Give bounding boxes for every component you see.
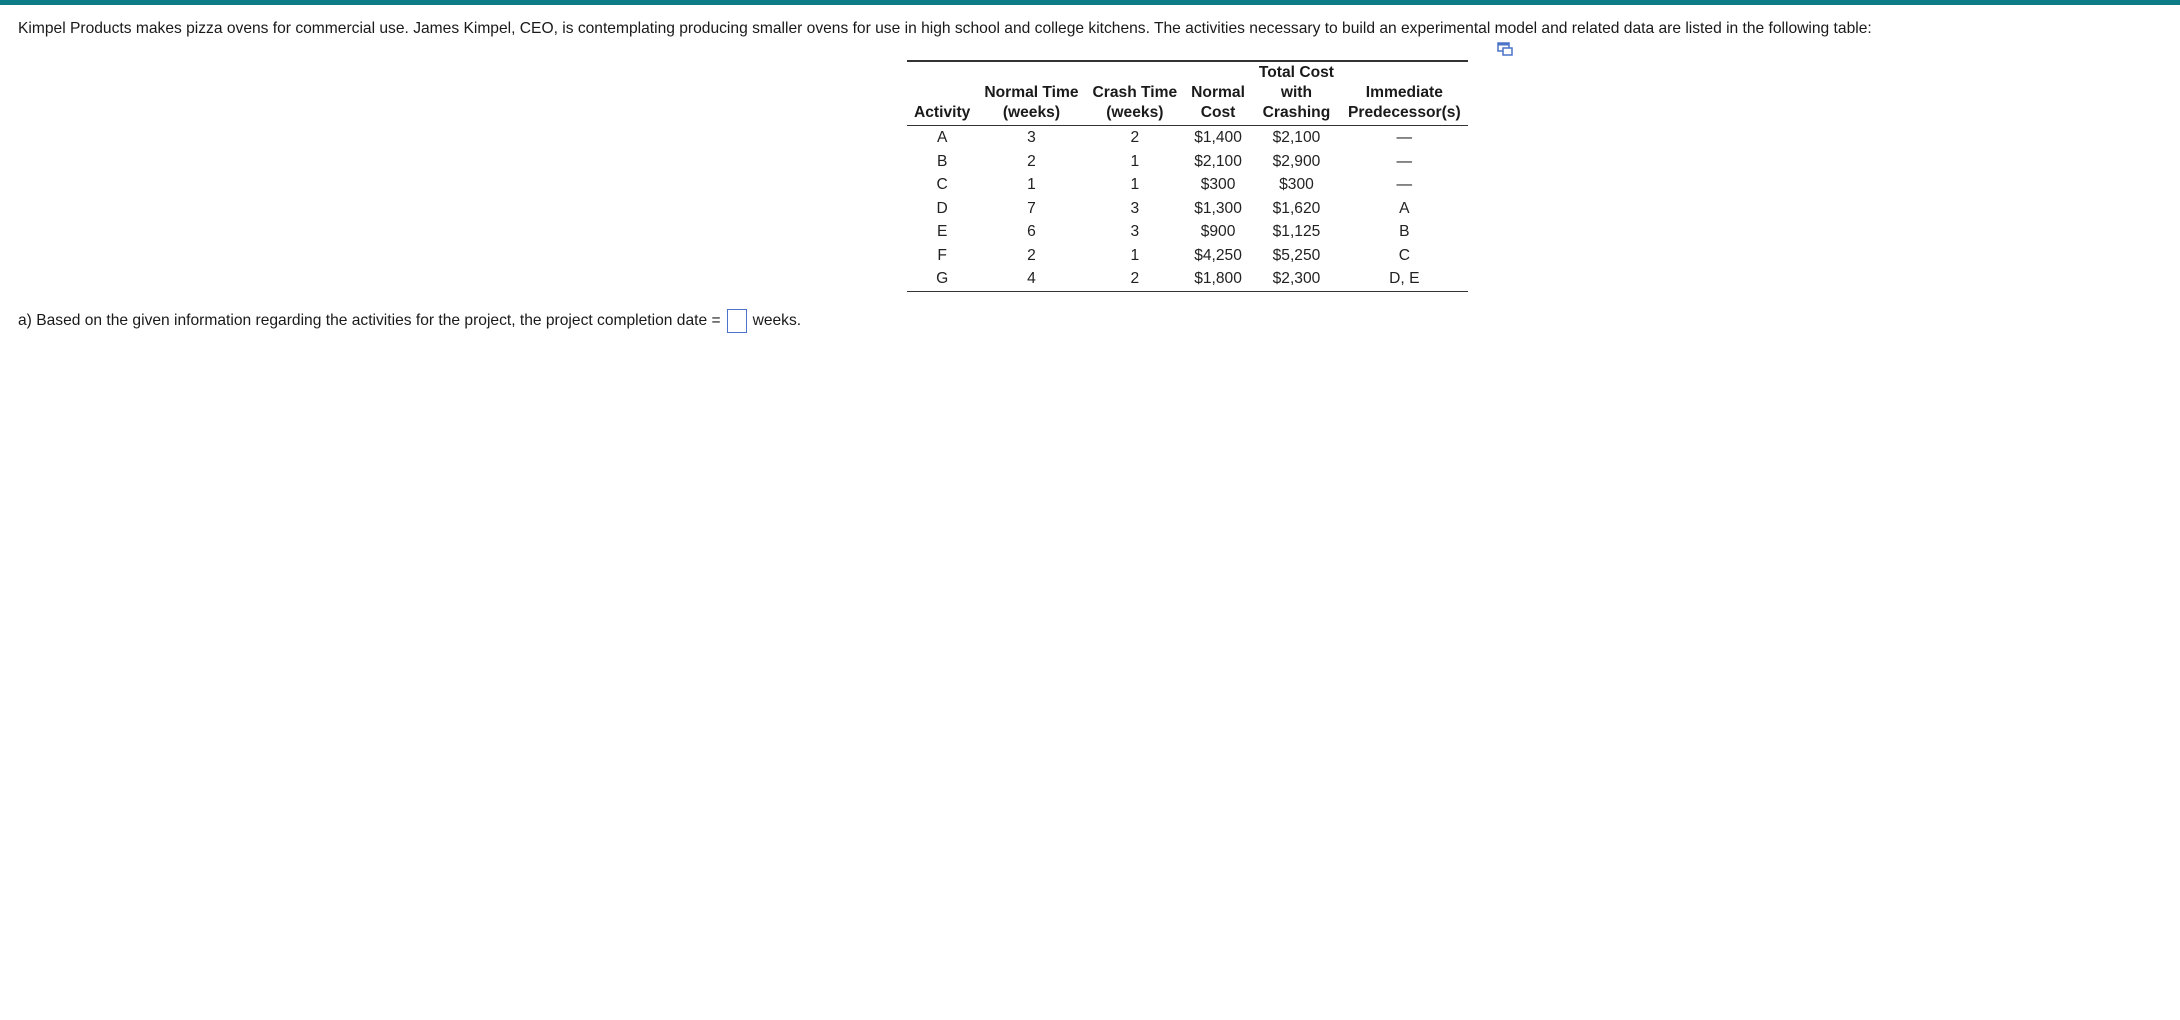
cell-activity: F [937, 246, 947, 264]
cell-normal-time: 3 [1027, 129, 1036, 146]
popout-window-icon[interactable] [1497, 42, 1513, 56]
table-header-row: Activity Normal Time (weeks) Crash Time … [907, 61, 1468, 126]
header-normal-time: Normal Time (weeks) [977, 61, 1086, 126]
table-row: E 6 3 $900 $1,125 B [907, 220, 1468, 244]
question-suffix: weeks. [752, 312, 802, 329]
cell-crash-time: 1 [1130, 246, 1140, 264]
cell-normal-time: 2 [1027, 246, 1036, 264]
cell-predecessor: A [1399, 199, 1410, 217]
cell-predecessor: D, E [1340, 267, 1468, 292]
question-prefix: a) Based on the given information regard… [18, 312, 721, 329]
cell-crash-cost: $300 [1279, 176, 1314, 193]
cell-crash-time: 3 [1130, 223, 1140, 240]
cell-crash-cost: $2,300 [1251, 267, 1341, 292]
cell-normal-cost: $4,250 [1194, 246, 1242, 264]
table-row: F 2 1 $4,250 $5,250 C [907, 244, 1468, 268]
cell-normal-time: 6 [1027, 223, 1036, 240]
question-a: a) Based on the given information regard… [18, 309, 801, 333]
table-row: A 3 2 $1,400 $2,100 — [907, 126, 1468, 150]
cell-normal-time: 1 [1027, 176, 1036, 193]
table-row: D 7 3 $1,300 $1,620 A [907, 197, 1468, 221]
cell-predecessor: — [1396, 152, 1413, 170]
cell-activity: D [936, 199, 948, 217]
cell-predecessor: C [1398, 246, 1410, 264]
header-predecessors: Immediate Predecessor(s) [1340, 61, 1468, 126]
cell-crash-time: 2 [1130, 129, 1140, 146]
cell-crash-cost: $5,250 [1272, 246, 1321, 264]
table-row: G 4 2 $1,800 $2,300 D, E [907, 267, 1468, 292]
cell-predecessor: B [1399, 223, 1410, 240]
table-row: B 2 1 $2,100 $2,900 — [907, 150, 1468, 174]
problem-statement: Kimpel Products makes pizza ovens for co… [18, 20, 1872, 37]
cell-normal-cost: $300 [1200, 176, 1236, 193]
cell-normal-cost: $900 [1200, 223, 1236, 240]
cell-normal-cost: $1,400 [1194, 129, 1242, 146]
cell-normal-time: 4 [977, 267, 1086, 292]
header-normal-cost: Normal Cost [1184, 61, 1252, 126]
cell-crash-cost: $2,900 [1272, 152, 1321, 170]
top-accent-bar [0, 0, 2180, 5]
cell-crash-time: 1 [1130, 176, 1140, 193]
cell-crash-cost: $2,100 [1272, 129, 1321, 146]
cell-activity: C [936, 176, 948, 193]
cell-predecessor: — [1396, 176, 1413, 193]
completion-date-answer-input[interactable] [726, 309, 747, 333]
cell-crash-time: 1 [1130, 152, 1140, 170]
cell-crash-cost: $1,620 [1272, 199, 1321, 217]
cell-activity: B [936, 152, 948, 170]
cell-normal-cost: $1,800 [1184, 267, 1252, 292]
cell-normal-cost: $1,300 [1194, 199, 1242, 217]
cell-activity: A [936, 129, 948, 146]
cell-normal-time: 7 [1027, 199, 1036, 217]
cell-crash-time: 3 [1130, 199, 1140, 217]
cell-activity: G [907, 267, 978, 292]
cell-normal-time: 2 [1027, 152, 1036, 170]
cell-crash-time: 2 [1085, 267, 1185, 292]
activity-data-table: Activity Normal Time (weeks) Crash Time … [907, 60, 1468, 292]
cell-normal-cost: $2,100 [1194, 152, 1242, 170]
header-crash-time: Crash Time (weeks) [1085, 61, 1185, 126]
table-row: C 1 1 $300 $300 — [907, 173, 1468, 197]
cell-activity: E [936, 223, 948, 240]
cell-crash-cost: $1,125 [1272, 223, 1321, 240]
header-activity: Activity [907, 61, 978, 126]
cell-predecessor: — [1396, 129, 1413, 146]
header-total-cost-crashing: Total Cost with Crashing [1251, 61, 1341, 126]
